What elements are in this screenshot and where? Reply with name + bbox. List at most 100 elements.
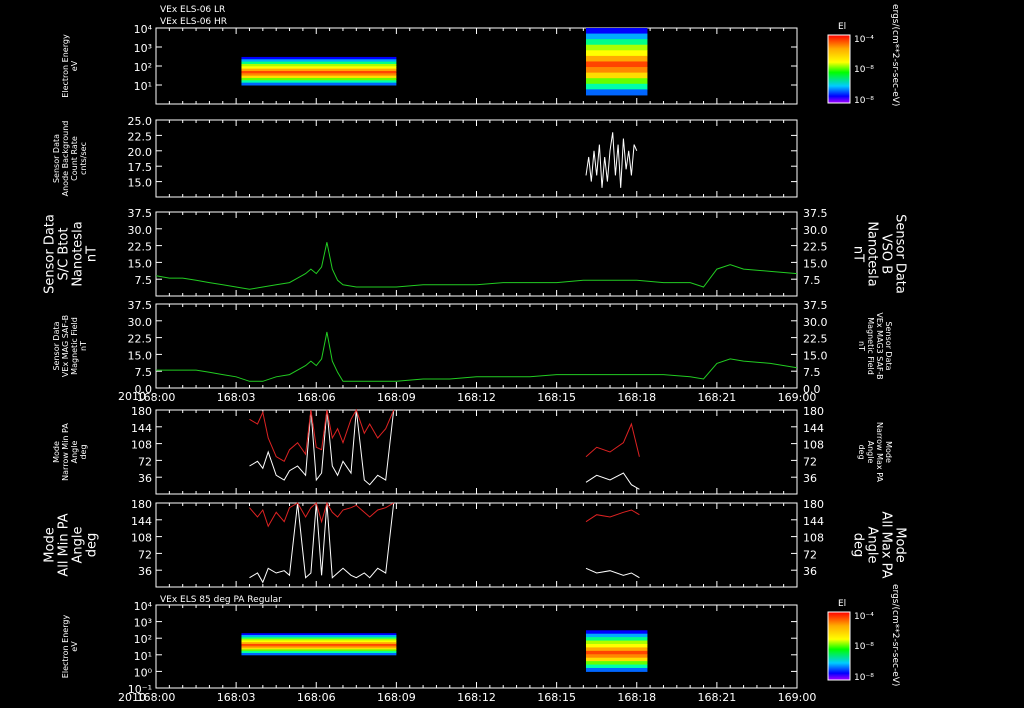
y-tick-label-right: 30.0	[803, 316, 828, 329]
y-tick-label: 15.0	[128, 349, 153, 362]
x-tick-label: 168:09	[377, 391, 416, 404]
y-axis-label-line: deg	[84, 533, 99, 558]
y-axis-label-right-line: Sensor Data	[884, 321, 893, 370]
heatmap-band	[586, 661, 648, 666]
y-axis-label-right-line: nT	[857, 341, 866, 351]
y-axis-label-line: Mode	[52, 441, 61, 463]
colorbar-top-tick-3: 10⁻⁸	[854, 96, 874, 106]
y-axis-label-line: Angle	[70, 441, 79, 464]
y-axis-label-right-line: nT	[851, 246, 866, 262]
heatmap-band	[586, 78, 648, 85]
y-tick-label: 10³	[134, 42, 152, 55]
heatmap-band	[586, 39, 648, 46]
y-tick-label-right: 108	[803, 532, 824, 545]
y-axis-label-right-line: Mode	[884, 441, 893, 463]
y-axis-label-line: Sensor Data	[52, 321, 61, 370]
x-tick-label: 168:12	[457, 691, 496, 704]
y-tick-label-right: 15.0	[803, 349, 828, 362]
title-top-2: VEx ELS-06 HR	[160, 17, 227, 27]
y-tick-label: 10²	[134, 633, 152, 646]
y-tick-label: 10²	[134, 61, 152, 74]
y-tick-label: 10¹	[134, 80, 152, 93]
y-tick-label-right: 22.5	[803, 333, 828, 346]
y-tick-label-right: 72	[803, 455, 817, 468]
colorbar-top-tick-2: 10⁻⁸	[854, 65, 874, 75]
y-tick-label: 7.5	[135, 366, 153, 379]
y-axis-label-line: cnts/sec	[79, 142, 88, 175]
y-axis-label-line: Nanotesla	[70, 221, 85, 286]
heatmap-band	[241, 653, 397, 656]
x-tick-label: 168:00	[137, 391, 176, 404]
y-axis-label-right-line: VSO B	[879, 234, 894, 274]
x-tick-label: 168:15	[537, 391, 576, 404]
colorbar-bottom-tick-3: 10⁻⁸	[854, 673, 874, 683]
heatmap-band	[241, 82, 397, 86]
y-axis-label-line: Narrow Min PA	[61, 423, 70, 481]
y-tick-label-right: 180	[803, 498, 824, 511]
y-tick-label-right: 22.5	[803, 241, 828, 254]
y-tick-label: 10¹	[134, 650, 152, 663]
y-axis-label-right-line: Angle	[866, 441, 875, 464]
x-tick-label: 168:18	[617, 391, 656, 404]
y-tick-label: 22.5	[128, 333, 153, 346]
title-bottom: VEx ELS 85 deg PA Regular	[160, 595, 282, 605]
heatmap-band	[586, 664, 648, 669]
y-tick-label-right: 108	[803, 439, 824, 452]
y-axis-label-right-line: Angle	[865, 527, 880, 564]
y-tick-label: 25.0	[128, 115, 153, 128]
x-tick-label: 168:09	[377, 691, 416, 704]
y-axis-label-line: nT	[84, 246, 99, 262]
y-tick-label: 37.5	[128, 299, 153, 312]
y-axis-label-line: Electron Energy	[61, 34, 70, 98]
y-axis-label-line: nT	[79, 341, 88, 351]
y-axis-label-right-line: Mode	[893, 527, 908, 562]
y-axis-label-right-line: Magnetic Field	[866, 317, 875, 375]
y-tick-label: 144	[131, 515, 152, 528]
x-tick-label: 168:21	[698, 391, 737, 404]
y-tick-label: 36	[138, 472, 152, 485]
y-tick-label: 10⁴	[134, 600, 153, 613]
y-tick-label: 7.5	[135, 274, 153, 287]
y-axis-label-line: VEx MAG SAF-B	[61, 315, 70, 377]
y-axis-label-line: eV	[70, 60, 79, 71]
y-tick-label-right: 37.5	[803, 299, 828, 312]
heatmap-band	[586, 61, 648, 68]
y-tick-label: 108	[131, 439, 152, 452]
heatmap-band	[586, 67, 648, 74]
y-axis-label-line: Mode	[42, 527, 57, 562]
y-axis-label-line: eV	[70, 641, 79, 652]
y-tick-label: 22.5	[128, 130, 153, 143]
y-tick-label: 37.5	[128, 207, 153, 220]
heatmap-band	[586, 667, 648, 672]
y-tick-label-right: 30.0	[803, 224, 828, 237]
y-axis-label-line: S/C Btot	[56, 228, 71, 281]
title-top-1: VEx ELS-06 LR	[160, 5, 225, 15]
y-axis-label-right-line: deg	[857, 444, 866, 459]
heatmap-band	[586, 647, 648, 652]
heatmap-band	[586, 44, 648, 51]
y-tick-label-right: 144	[803, 515, 824, 528]
heatmap-band	[586, 637, 648, 642]
colorbar-bottom-label: El	[838, 599, 846, 609]
y-tick-label-right: 15.0	[803, 257, 828, 270]
y-tick-label: 72	[138, 455, 152, 468]
y-axis-label-line: Anode Background	[61, 121, 70, 197]
x-tick-label: 168:03	[217, 391, 256, 404]
colorbar-bottom-tick-2: 10⁻⁸	[854, 642, 874, 652]
y-axis-label-line: Count Rate	[70, 136, 79, 181]
x-tick-label: 168:06	[297, 391, 336, 404]
colorbar-top-tick-1: 10⁻⁴	[854, 35, 874, 45]
x-tick-label: 169:00	[778, 691, 817, 704]
y-tick-label: 30.0	[128, 224, 153, 237]
y-axis-label-right-line: VEx MAG3 SAF-B	[875, 312, 884, 379]
y-tick-label-right: 36	[803, 565, 817, 578]
y-axis-label-line: Sensor Data	[42, 214, 57, 294]
y-tick-label-right: 180	[803, 405, 824, 418]
heatmap-band	[586, 33, 648, 40]
y-tick-label: 30.0	[128, 316, 153, 329]
y-tick-label: 17.5	[128, 161, 153, 174]
chart-canvas: VEx ELS-06 LR VEx ELS-06 HR VEx ELS 85 d…	[0, 0, 1024, 708]
y-tick-label: 36	[138, 565, 152, 578]
y-tick-label: 10⁴	[134, 23, 153, 36]
y-tick-label: 15.0	[128, 257, 153, 270]
